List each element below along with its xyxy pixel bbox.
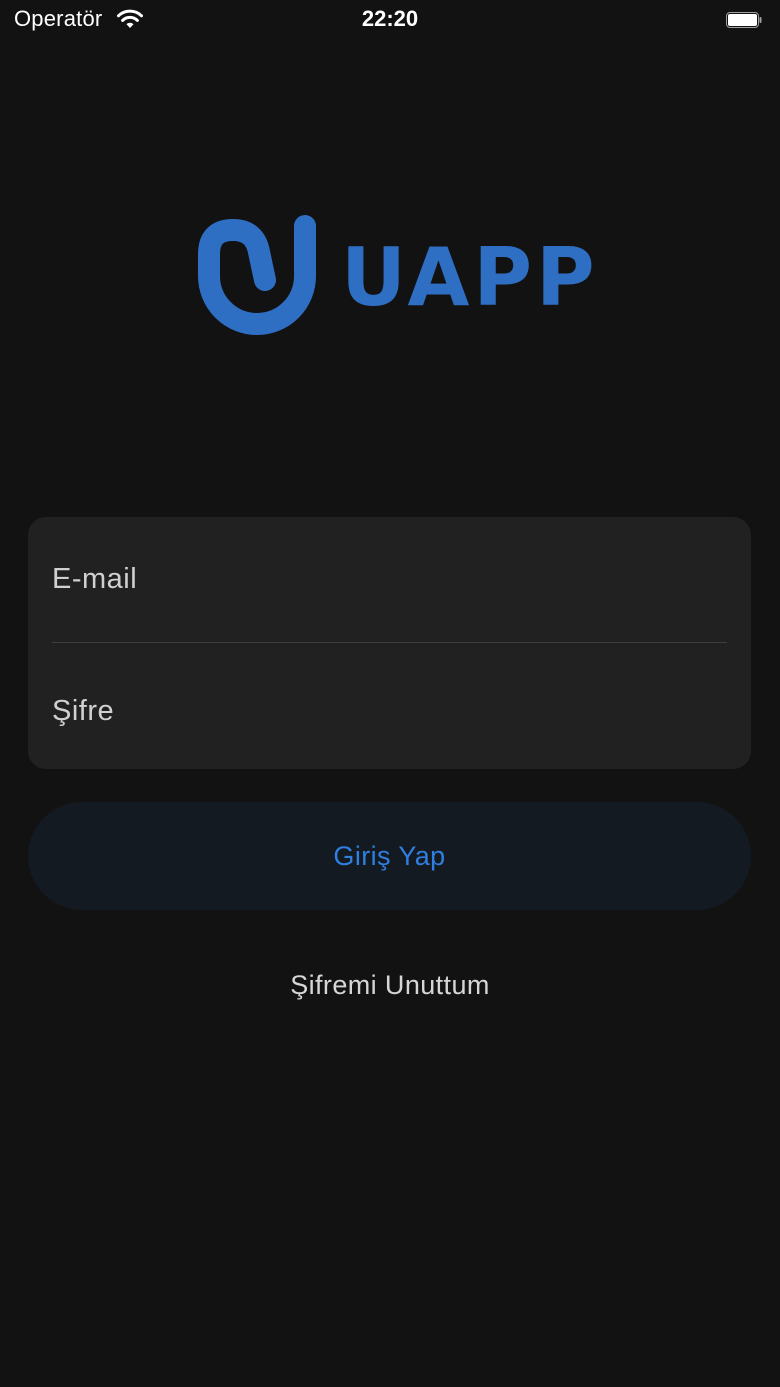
field-divider [52, 642, 727, 643]
login-button-label: Giriş Yap [333, 840, 446, 871]
battery-icon [726, 12, 762, 28]
password-field[interactable] [52, 694, 727, 728]
login-button[interactable]: Giriş Yap [28, 802, 751, 910]
status-bar: Operatör 22:20 [0, 0, 780, 40]
uapp-logo-mark [198, 215, 316, 335]
status-time: 22:20 [361, 6, 419, 31]
forgot-password-link[interactable]: Şifremi Unuttum [0, 970, 780, 1001]
email-field[interactable] [52, 562, 727, 596]
password-field-wrapper [52, 661, 727, 761]
login-form-card [28, 517, 751, 769]
app-logo: UAPP [193, 212, 595, 344]
logo-wordmark: UAPP [341, 231, 599, 324]
email-field-wrapper [52, 529, 727, 629]
